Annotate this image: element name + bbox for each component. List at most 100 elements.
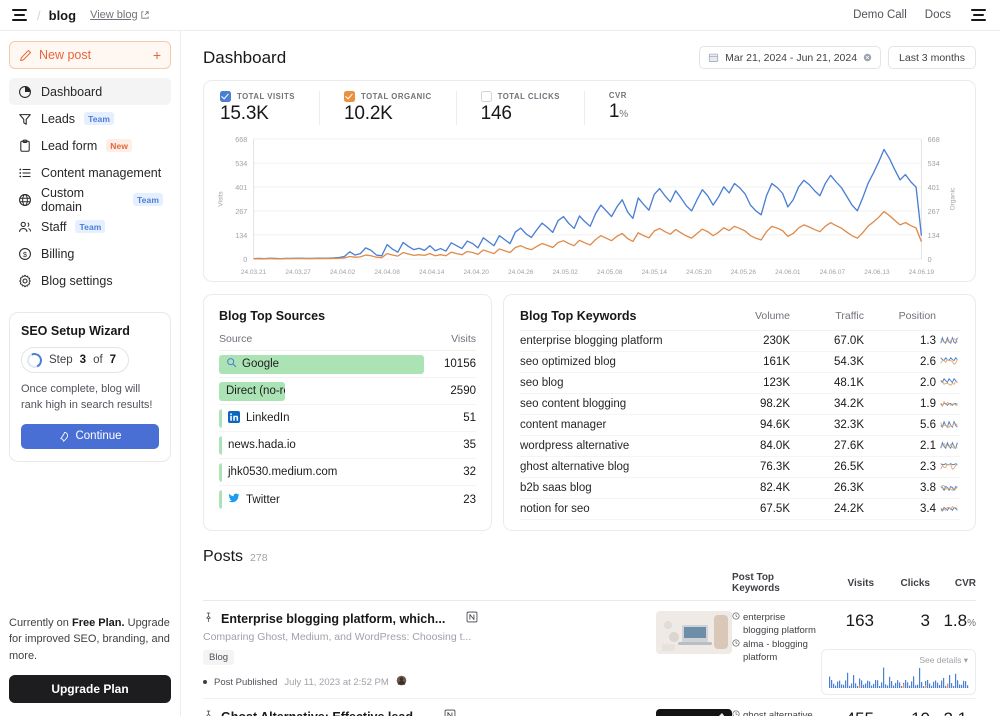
docs-link[interactable]: Docs bbox=[925, 9, 951, 21]
keyword-name: content manager bbox=[520, 419, 607, 431]
sidebar-item-dashboard[interactable]: Dashboard bbox=[9, 78, 171, 105]
twitter-icon bbox=[228, 492, 240, 507]
svg-text:0: 0 bbox=[928, 256, 932, 264]
see-details-link[interactable]: See details ▾ bbox=[829, 655, 968, 666]
post-title[interactable]: Ghost Alternative: Effective lead... bbox=[221, 710, 423, 716]
sidebar-item-label: Leads bbox=[41, 111, 76, 126]
svg-text:134: 134 bbox=[235, 232, 247, 240]
clicks-checkbox[interactable] bbox=[480, 91, 492, 102]
post-tag[interactable]: Blog bbox=[203, 650, 235, 665]
analytics-card: TOTAL VISITS 15.3K TOTAL ORGANIC 10.2K T… bbox=[203, 80, 976, 282]
sources-table-header: Source Visits bbox=[219, 323, 476, 351]
svg-text:24.06.19: 24.06.19 bbox=[909, 269, 935, 276]
stat-total-visits[interactable]: TOTAL VISITS 15.3K bbox=[220, 91, 320, 125]
sidebar-item-blog-settings[interactable]: Blog settings bbox=[9, 267, 171, 294]
source-bar: Google bbox=[219, 354, 424, 374]
stat-label: CVR bbox=[608, 91, 627, 100]
wizard-step-prefix: Step bbox=[49, 354, 73, 366]
sidebar-item-lead-form[interactable]: Lead form New bbox=[9, 132, 171, 159]
source-name: Twitter bbox=[246, 493, 280, 506]
top-bar: / blog View blog Demo Call Docs bbox=[0, 0, 1000, 31]
sidebar-item-label: Lead form bbox=[41, 138, 98, 153]
traffic-line-chart: 0 0 134 134 267 267 401 401 534 534 668 668 Visits Or… bbox=[204, 131, 975, 281]
keyword-row[interactable]: seo optimized blog 161K 54.3K 2.6 bbox=[520, 352, 960, 373]
keyword-row[interactable]: b2b saas blog 82.4K 26.3K 3.8 bbox=[520, 478, 960, 499]
external-link-icon bbox=[140, 11, 149, 19]
source-row[interactable]: Google 10156 bbox=[219, 351, 476, 378]
sidebar-item-leads[interactable]: Leads Team bbox=[9, 105, 171, 132]
keyword-row[interactable]: wordpress alternative 84.0K 27.6K 2.1 bbox=[520, 436, 960, 457]
source-row[interactable]: LinkedIn 51 bbox=[219, 405, 476, 432]
keyword-traffic: 32.3K bbox=[833, 419, 864, 431]
wizard-step-pill: Step 3 of 7 bbox=[21, 347, 130, 373]
organic-checkbox[interactable] bbox=[344, 91, 355, 102]
posts-title: Posts bbox=[203, 548, 244, 565]
sidebar-item-staff[interactable]: Staff Team bbox=[9, 213, 171, 240]
keyword-row[interactable]: ghost alternative blog 76.3K 26.5K 2.3 bbox=[520, 457, 960, 478]
clock-icon bbox=[732, 709, 740, 716]
source-row[interactable]: Direct (no-referrer) 2590 bbox=[219, 378, 476, 405]
range-preset-select[interactable]: Last 3 months bbox=[888, 46, 976, 69]
svg-text:24.04.08: 24.04.08 bbox=[374, 269, 400, 276]
stat-label: TOTAL VISITS bbox=[237, 92, 295, 101]
demo-call-link[interactable]: Demo Call bbox=[853, 9, 907, 21]
upgrade-plan-button[interactable]: Upgrade Plan bbox=[9, 675, 171, 703]
sidebar-item-content-management[interactable]: Content management bbox=[9, 159, 171, 186]
menu-toggle-icon[interactable] bbox=[10, 7, 29, 23]
clock-icon bbox=[732, 710, 740, 716]
post-title[interactable]: Enterprise blogging platform, which... bbox=[221, 612, 445, 626]
source-visits: 51 bbox=[463, 412, 476, 424]
sparkline-icon bbox=[936, 460, 960, 475]
source-row[interactable]: jhk0530.medium.com 32 bbox=[219, 459, 476, 486]
keyword-position: 1.3 bbox=[920, 335, 936, 347]
plan-box: Currently on Free Plan. Upgrade for impr… bbox=[9, 615, 171, 716]
source-row[interactable]: Twitter 23 bbox=[219, 486, 476, 513]
source-visits: 10156 bbox=[444, 358, 476, 370]
keyword-row[interactable]: seo content blogging 98.2K 34.2K 1.9 bbox=[520, 394, 960, 415]
source-visits: 32 bbox=[463, 466, 476, 478]
source-bar: Direct (no-referrer) bbox=[219, 381, 285, 401]
svg-text:668: 668 bbox=[235, 136, 247, 144]
keyword-row[interactable]: notion for seo 67.5K 24.2K 3.4 bbox=[520, 499, 960, 520]
rocket-icon bbox=[60, 431, 69, 442]
view-blog-link[interactable]: View blog bbox=[90, 9, 149, 21]
post-row[interactable]: Enterprise blogging platform, which... C… bbox=[203, 601, 976, 699]
post-thumbnail bbox=[656, 611, 732, 654]
sidebar-item-custom-domain[interactable]: Custom domain Team bbox=[9, 186, 171, 214]
user-menu-icon[interactable] bbox=[969, 7, 988, 23]
funnel-icon bbox=[17, 111, 32, 126]
stats-row: TOTAL VISITS 15.3K TOTAL ORGANIC 10.2K T… bbox=[204, 81, 975, 131]
source-row[interactable]: news.hada.io 35 bbox=[219, 432, 476, 459]
sidebar-item-billing[interactable]: $ Billing bbox=[9, 240, 171, 267]
source-visits: 23 bbox=[463, 493, 476, 506]
page-title: Dashboard bbox=[203, 47, 287, 67]
stat-total-organic[interactable]: TOTAL ORGANIC 10.2K bbox=[344, 91, 457, 125]
date-range-picker[interactable]: Mar 21, 2024 - Jun 21, 2024 bbox=[699, 46, 882, 69]
team-badge: Team bbox=[84, 112, 115, 125]
svg-text:24.05.14: 24.05.14 bbox=[642, 269, 668, 276]
keyword-row[interactable]: seo blog 123K 48.1K 2.0 bbox=[520, 373, 960, 394]
clock-icon bbox=[732, 639, 740, 647]
stat-total-clicks[interactable]: TOTAL CLICKS 146 bbox=[480, 91, 585, 125]
clear-circle-icon[interactable] bbox=[863, 53, 872, 62]
wizard-continue-button[interactable]: Continue bbox=[21, 423, 159, 449]
breadcrumb[interactable]: blog bbox=[49, 8, 76, 23]
post-sparkline-panel: See details ▾ bbox=[821, 649, 976, 695]
visits-checkbox[interactable] bbox=[220, 91, 231, 102]
source-name: Google bbox=[242, 358, 280, 370]
sparkline-icon bbox=[936, 376, 960, 391]
keyword-row[interactable]: content manager 94.6K 32.3K 5.6 bbox=[520, 415, 960, 436]
svg-text:24.04.14: 24.04.14 bbox=[419, 269, 445, 276]
post-row[interactable]: Ghost Alternative: Effective lead... Whe… bbox=[203, 699, 976, 716]
main-header: Dashboard Mar 21, 2024 - Jun 21, 2024 La… bbox=[203, 31, 976, 80]
notion-icon[interactable] bbox=[444, 709, 456, 716]
new-post-button[interactable]: New post + bbox=[9, 41, 171, 69]
keyword-row[interactable]: enterprise blogging platform 230K 67.0K … bbox=[520, 331, 960, 352]
notion-icon[interactable] bbox=[466, 611, 478, 626]
svg-text:Visits: Visits bbox=[217, 191, 224, 207]
keyword-volume: 82.4K bbox=[759, 482, 790, 494]
linkedin-icon bbox=[228, 410, 240, 426]
post-meta: Post Published July 11, 2023 at 2:52 PM bbox=[203, 675, 644, 689]
sidebar-item-label: Billing bbox=[41, 246, 75, 261]
col-source: Source bbox=[219, 333, 253, 345]
